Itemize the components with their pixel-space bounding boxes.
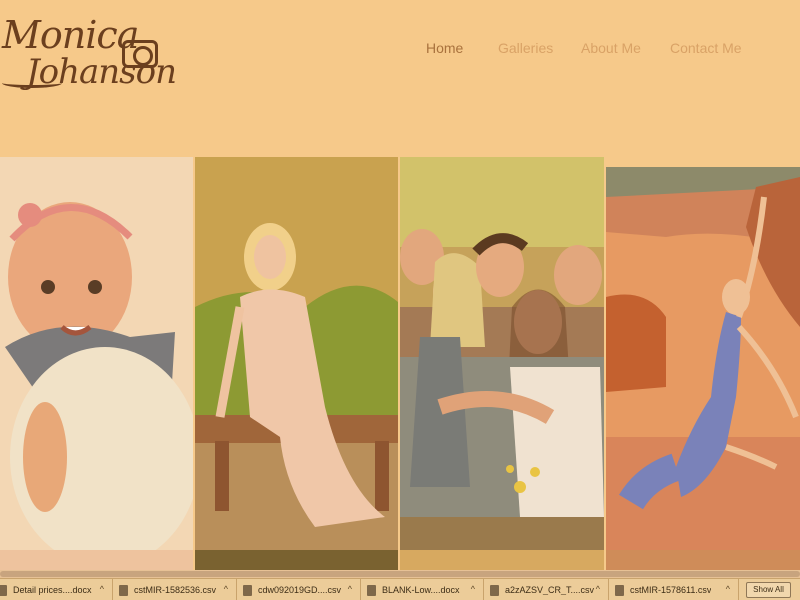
chevron-up-icon[interactable]: ^: [100, 584, 104, 594]
main-nav: Home Galleries About Me Contact Me: [0, 40, 800, 60]
photo-dancer-on-rocks[interactable]: [606, 167, 800, 550]
nav-contact[interactable]: Contact Me: [670, 40, 742, 56]
chevron-up-icon[interactable]: ^: [726, 584, 730, 594]
download-item[interactable]: cstMIR-1582536.csv ^: [113, 579, 237, 600]
download-item[interactable]: Detail prices....docx ^: [0, 579, 113, 600]
show-all-button[interactable]: Show All: [746, 582, 791, 598]
photo-woman-on-bench[interactable]: [195, 157, 398, 550]
chevron-up-icon[interactable]: ^: [224, 584, 228, 594]
photo-strip-3: [400, 550, 604, 570]
download-file-name: cstMIR-1582536.csv: [134, 585, 217, 595]
logo-swash: [2, 78, 62, 88]
download-item[interactable]: BLANK-Low....docx ^: [361, 579, 484, 600]
download-file-name: Detail prices....docx: [13, 585, 92, 595]
download-file-name: cdw092019GD....csv: [258, 585, 342, 595]
photo-gallery: [0, 157, 800, 570]
file-icon: [615, 584, 624, 596]
file-icon: [243, 584, 252, 596]
download-item[interactable]: cstMIR-1578611.csv ^: [609, 579, 739, 600]
nav-galleries[interactable]: Galleries: [498, 40, 553, 56]
family-group-image: [400, 157, 604, 550]
document-icon: [0, 584, 7, 596]
baby-portrait-image: [0, 157, 193, 550]
site-header: Monica Johanson Home Galleries About Me …: [0, 0, 800, 150]
download-bar: Detail prices....docx ^ cstMIR-1582536.c…: [0, 578, 800, 600]
nav-home[interactable]: Home: [426, 40, 463, 56]
download-item[interactable]: a2zAZSV_CR_T....csv ^: [484, 579, 609, 600]
nav-about[interactable]: About Me: [581, 40, 641, 56]
file-icon: [490, 584, 499, 596]
download-file-name: cstMIR-1578611.csv: [630, 585, 712, 595]
download-file-name: BLANK-Low....docx: [382, 585, 460, 595]
photo-strip-4: [606, 550, 800, 570]
scrollbar-thumb[interactable]: [0, 571, 800, 577]
woman-on-bench-image: [195, 157, 398, 550]
download-item[interactable]: cdw092019GD....csv ^: [237, 579, 361, 600]
download-file-name: a2zAZSV_CR_T....csv: [505, 585, 595, 595]
photo-baby-portrait[interactable]: [0, 157, 193, 550]
file-icon: [119, 584, 128, 596]
chevron-up-icon[interactable]: ^: [596, 584, 600, 594]
chevron-up-icon[interactable]: ^: [348, 584, 352, 594]
horizontal-scrollbar[interactable]: [0, 570, 800, 578]
chevron-up-icon[interactable]: ^: [471, 584, 475, 594]
photo-family-group[interactable]: [400, 157, 604, 550]
document-icon: [367, 584, 376, 596]
photo-strip-2: [195, 550, 398, 570]
photo-strip-1: [0, 550, 193, 570]
dancer-on-rocks-image: [606, 167, 800, 550]
